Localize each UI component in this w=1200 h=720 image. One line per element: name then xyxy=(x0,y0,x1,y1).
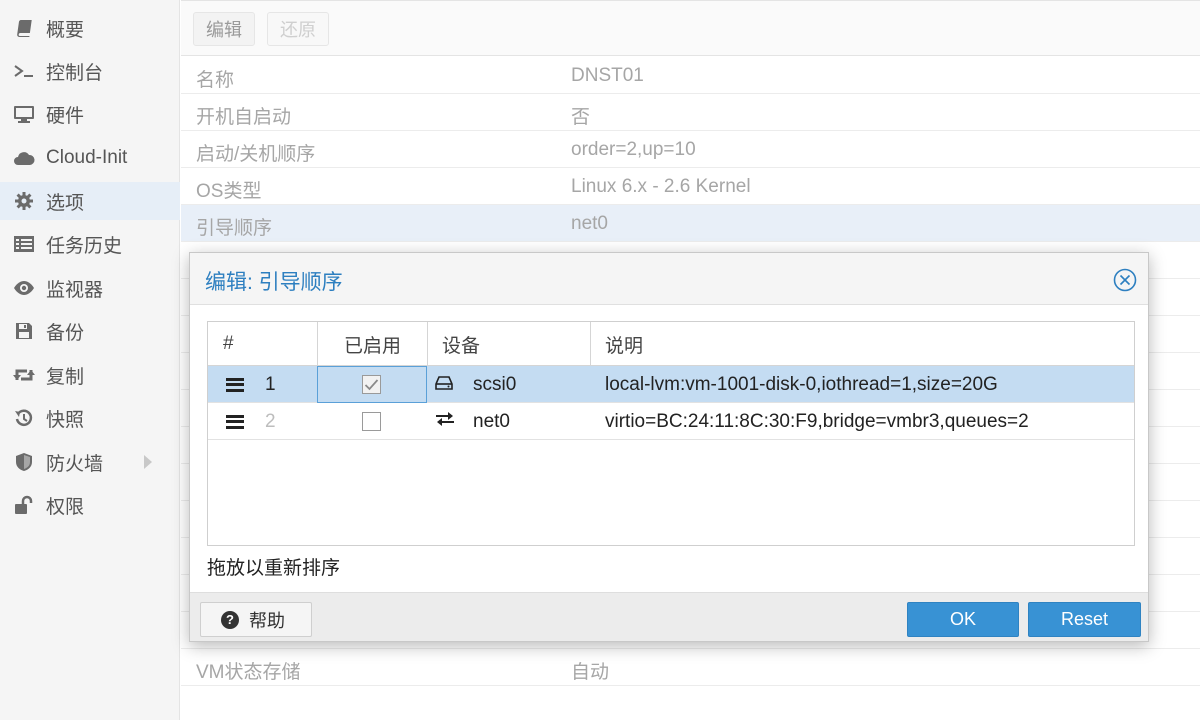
option-key: VM状态存储 xyxy=(196,662,301,683)
sidebar-item-backup[interactable]: 备份 xyxy=(0,312,180,350)
shield-icon xyxy=(12,450,36,474)
question-icon: ? xyxy=(221,610,239,629)
exchange-icon xyxy=(434,411,456,433)
option-row-name[interactable]: 名称 DNST01 xyxy=(181,57,1200,94)
boot-order-number: 2 xyxy=(265,410,276,432)
device-description: virtio=BC:24:11:8C:30:F9,bridge=vmbr3,qu… xyxy=(605,410,1029,432)
sidebar-item-options[interactable]: 选项 xyxy=(0,182,180,220)
sidebar-item-label: 备份 xyxy=(46,322,85,344)
drag-handle-icon[interactable] xyxy=(226,377,244,392)
column-header-number[interactable]: # xyxy=(208,322,318,366)
sidebar-item-label: 硬件 xyxy=(46,105,85,127)
retweet-icon xyxy=(12,363,36,387)
sidebar-item-task-history[interactable]: 任务历史 xyxy=(0,225,180,263)
device-icon xyxy=(434,403,456,440)
option-key: 开机自启动 xyxy=(196,107,292,128)
sidebar-item-summary[interactable]: 概要 xyxy=(0,9,180,47)
edit-button[interactable]: 编辑 xyxy=(193,12,255,46)
option-row-startup-order[interactable]: 启动/关机顺序 order=2,up=10 xyxy=(181,131,1200,168)
expand-arrow-icon[interactable] xyxy=(144,455,152,469)
gear-icon xyxy=(12,189,36,213)
option-value: DNST01 xyxy=(571,65,644,86)
dialog-footer: ? 帮助 OK Reset xyxy=(190,592,1148,641)
boot-order-dialog: 编辑: 引导顺序 # 已启用 设备 说明 1 scsi0 local-lvm:v… xyxy=(189,252,1149,642)
option-value: net0 xyxy=(571,213,608,234)
option-row-vmstate-storage[interactable]: VM状态存储 自动 xyxy=(181,649,1200,686)
sidebar-item-firewall[interactable]: 防火墙 xyxy=(0,443,180,481)
sidebar-item-hardware[interactable]: 硬件 xyxy=(0,95,180,133)
sidebar-item-permissions[interactable]: 权限 xyxy=(0,486,180,524)
sidebar-item-label: 快照 xyxy=(46,409,85,431)
toolbar: 编辑 还原 xyxy=(181,0,1200,56)
device-description: local-lvm:vm-1001-disk-0,iothread=1,size… xyxy=(605,373,998,395)
option-key: 名称 xyxy=(196,70,235,91)
option-row-boot-order[interactable]: 引导顺序 net0 xyxy=(181,205,1200,242)
option-row-onboot[interactable]: 开机自启动 否 xyxy=(181,94,1200,131)
eye-icon xyxy=(12,276,36,300)
checkbox-checked[interactable] xyxy=(362,375,381,394)
drag-handle[interactable] xyxy=(226,403,244,440)
option-value: 否 xyxy=(571,107,591,128)
grid-header: # 已启用 设备 说明 xyxy=(208,322,1134,366)
book-icon xyxy=(12,16,36,40)
sidebar-item-monitor[interactable]: 监视器 xyxy=(0,269,180,307)
sidebar-item-console[interactable]: 控制台 xyxy=(0,52,180,90)
sidebar-item-snapshot[interactable]: 快照 xyxy=(0,399,180,437)
option-value: 自动 xyxy=(571,662,610,683)
floppy-icon xyxy=(12,319,36,343)
sidebar-item-label: 控制台 xyxy=(46,62,104,84)
column-header-description[interactable]: 说明 xyxy=(591,322,1134,366)
checkbox-unchecked[interactable] xyxy=(362,412,381,431)
device-name: scsi0 xyxy=(473,373,517,395)
option-value: order=2,up=10 xyxy=(571,139,696,160)
sidebar-item-label: 复制 xyxy=(46,366,85,388)
help-button[interactable]: ? 帮助 xyxy=(200,602,312,637)
table-row[interactable]: 2 net0 virtio=BC:24:11:8C:30:F9,bridge=v… xyxy=(208,403,1134,440)
column-header-enabled[interactable]: 已启用 xyxy=(318,322,428,366)
history-icon xyxy=(12,406,36,430)
option-value: Linux 6.x - 2.6 Kernel xyxy=(571,176,751,197)
reorder-hint: 拖放以重新排序 xyxy=(207,558,341,579)
hdd-icon xyxy=(435,374,453,396)
ok-button[interactable]: OK xyxy=(907,602,1019,637)
reset-button[interactable]: Reset xyxy=(1028,602,1141,637)
sidebar-item-label: 防火墙 xyxy=(46,453,104,475)
help-label: 帮助 xyxy=(249,610,285,631)
enabled-checkbox[interactable] xyxy=(362,366,381,403)
enabled-checkbox[interactable] xyxy=(362,403,381,440)
option-row-os-type[interactable]: OS类型 Linux 6.x - 2.6 Kernel xyxy=(181,168,1200,205)
device-name: net0 xyxy=(473,410,510,432)
sidebar: 概要 控制台 硬件 Cloud-Init 选项 任务历史 监视器 备份 复制 快… xyxy=(0,0,180,720)
dialog-header: 编辑: 引导顺序 xyxy=(190,253,1148,305)
table-row[interactable]: 1 scsi0 local-lvm:vm-1001-disk-0,iothrea… xyxy=(208,366,1134,403)
dialog-title: 编辑: 引导顺序 xyxy=(205,271,343,294)
unlock-icon xyxy=(12,493,36,517)
option-key: 启动/关机顺序 xyxy=(196,144,316,165)
drag-handle-icon[interactable] xyxy=(226,414,244,429)
cloud-icon xyxy=(12,146,36,170)
list-icon xyxy=(12,232,36,256)
sidebar-item-cloud-init[interactable]: Cloud-Init xyxy=(0,139,180,177)
close-icon[interactable] xyxy=(1113,268,1137,292)
sidebar-item-label: 任务历史 xyxy=(46,235,123,257)
option-key: OS类型 xyxy=(196,181,262,202)
sidebar-item-label: 权限 xyxy=(46,496,85,518)
column-header-device[interactable]: 设备 xyxy=(428,322,591,366)
option-key: 引导顺序 xyxy=(196,218,273,239)
boot-order-number: 1 xyxy=(265,373,276,395)
sidebar-item-replication[interactable]: 复制 xyxy=(0,356,180,394)
sidebar-item-label: Cloud-Init xyxy=(46,147,128,168)
revert-button[interactable]: 还原 xyxy=(267,12,329,46)
terminal-icon xyxy=(12,59,36,83)
sidebar-item-label: 概要 xyxy=(46,19,85,41)
monitor-icon xyxy=(12,102,36,126)
sidebar-item-label: 监视器 xyxy=(46,279,104,301)
sidebar-item-label: 选项 xyxy=(46,192,85,214)
device-icon xyxy=(435,366,453,403)
boot-order-grid: # 已启用 设备 说明 1 scsi0 local-lvm:vm-1001-di… xyxy=(207,321,1135,546)
drag-handle[interactable] xyxy=(226,366,244,403)
